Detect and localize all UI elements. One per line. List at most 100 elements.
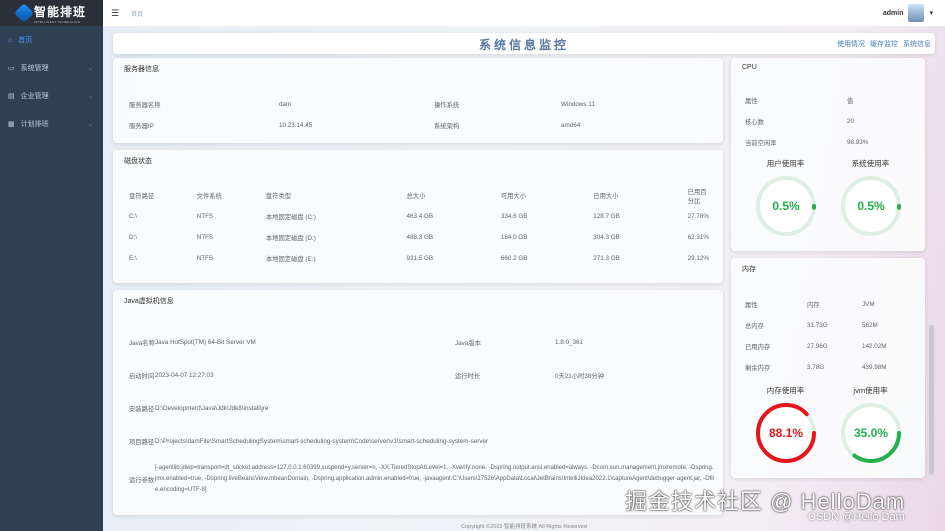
table-row: C:\ NTFS 本地固定磁盘 (C:) 463.4 GB 334.6 GB 128.7 … [129,206,709,227]
scrollbar[interactable] [929,325,934,475]
column-header: 文件系统 [196,193,222,200]
table-row: 总内存 31.73G 582M [745,322,878,330]
gauge-ring: 35.0% [840,403,901,463]
table-header-row: 盘符路径 文件系统 盘符类型 总大小 可用大小 已用大小 已用百分比 [129,185,709,206]
main-content: 系统信息监控 使用情况 缓存监控 系统信息 服务器信息 服务器名称 dam 操作系统… [103,26,945,531]
gauge: 内存使用率 88.1% [752,385,820,467]
link-usage[interactable]: 使用情况 [837,39,865,49]
table-row: 属性值 [745,98,854,105]
sidebar-item-enterprise[interactable]: ▤ 企业管理 ⌄ [0,82,103,110]
gauge-label: 系统使用率 [851,159,890,168]
logo[interactable]: 智能排班 INTELLIGENT SCHEDULING [0,0,103,26]
table-cell: 334.6 GB [500,213,528,220]
table-row: 服务器IP 10.23.14.45 系统架构 amd64 [129,122,581,130]
cpu-gauges: 用户使用率 0.5% 系统使用率 0.5% [731,158,925,240]
gauge: 系统使用率 0.5% [837,158,905,240]
column-header: 可用大小 [500,193,526,200]
table-row: 已用内存 27.96G 142.02M [745,343,887,351]
home-icon: ⌂ [8,36,13,44]
sidebar-item-home[interactable]: ⌂ 首页 [0,26,103,54]
table-cell: 62.31% [687,234,709,241]
table-cell: 463.4 GB [406,213,434,220]
user-menu[interactable]: admin ▾ [883,4,933,22]
table-row: 启动时间 2023-04-07 12:27:03 运行时长 0天21小时38分钟 [129,372,604,380]
table-cell: 128.7 GB [593,213,620,220]
disk-status-card: 磁盘状态 盘符路径 文件系统 盘符类型 总大小 可用大小 已用大小 已用百分比 C:\ NTFS… [113,150,723,283]
jvm-table: Java名称 Java HotSpot(TM) 64-Bit Server VM J… [129,326,714,500]
table-cell: 本地固定磁盘 (E:) [265,256,316,263]
hamburger-icon[interactable]: ☰ [111,8,119,19]
table-cell: NTFS [196,234,214,241]
table-row: 属性 内存 JVM [745,301,875,309]
chevron-down-icon: ⌄ [87,93,93,100]
table-cell: D:\ [129,234,138,241]
gauge-value: 0.5% [857,199,885,213]
page-title: 系统信息监控 [479,38,570,52]
gauge-label: jvm使用率 [853,386,888,395]
memory-gauges: 内存使用率 88.1% jvm使用率 35.0% [731,385,925,467]
gauge: jvm使用率 35.0% [837,385,905,467]
table-cell: 931.5 GB [406,255,434,262]
table-row: D:\ NTFS 本地固定磁盘 (D:) 488.3 GB 184.0 GB 304.3 … [129,227,709,248]
table-row: 服务器名称 dam 操作系统 Windows 11 [129,101,595,109]
server-table: 服务器名称 dam 操作系统 Windows 11 服务器IP 10.23.14.45 系… [129,94,709,136]
table-row: E:\ NTFS 本地固定磁盘 (E:) 931.5 GB 660.2 GB 271.3 … [129,248,709,269]
table-row: Java名称 Java HotSpot(TM) 64-Bit Server VM J… [129,339,584,347]
column-header: 总大小 [406,193,426,200]
memory-card: 内存 属性 内存 JVM 总内存 31.73G 582M 已用内存 27.96G 142.0… [731,258,925,478]
link-system-info[interactable]: 系统信息 [903,39,931,49]
avatar [908,4,925,22]
link-cache-monitor[interactable]: 缓存监控 [870,39,898,49]
table-row: 安装路径 D:\Development\Java\Jdk\Jdk8\install… [129,405,269,413]
server-info-card: 服务器信息 服务器名称 dam 操作系统 Windows 11 服务器IP 10.23.… [113,58,723,143]
gauge-label: 内存使用率 [766,386,805,395]
table-cell: 184.0 GB [500,234,528,241]
column-header: 已用百分比 [687,188,707,205]
gauge-value: 35.0% [853,426,887,440]
monitor-icon: ▭ [8,65,15,72]
watermark-csdn: CSDN @Hello Dam [808,511,905,523]
navbar: ☰ 首页 admin ▾ [103,0,945,26]
gauge-value: 88.1% [768,426,802,440]
footer: Copyright ©2023 智能排班系统 All Rights Reserv… [461,524,587,530]
sidebar-item-schedule[interactable]: ▦ 计划排班 ⌄ [0,110,103,138]
building-icon: ▤ [8,93,15,100]
cpu-card: CPU 属性值 核心数 20 当前空闲率 98.93% 用户使用率 0.5% 系统使用… [731,58,925,251]
table-cell: NTFS [196,255,214,262]
jvm-info-card: Java虚拟机信息 Java名称 Java HotSpot(TM) 64-Bit … [113,290,723,515]
sidebar: 智能排班 INTELLIGENT SCHEDULING ⌂ 首页 ▭ 系统管理 ⌄ ▤ 企… [0,0,103,531]
table-row: 当前空闲率 98.93% [745,139,869,147]
chevron-down-icon: ⌄ [87,121,93,128]
table-cell: E:\ [129,255,137,262]
table-row: 剩余内存 3.78G 439.98M [745,364,887,372]
table-cell: 本地固定磁盘 (D:) [265,235,316,242]
table-cell: 488.3 GB [406,234,434,241]
table-cell: 27.78% [687,213,709,220]
gauge-label: 用户使用率 [766,159,805,168]
gauge-ring: 0.5% [840,176,901,236]
table-cell: C:\ [129,213,138,220]
title-bar: 系统信息监控 使用情况 缓存监控 系统信息 [113,33,935,54]
table-cell: NTFS [196,213,214,220]
table-row: 项目路径 D:\Projects\damFile\SmartSchedulingS… [129,438,489,446]
column-header: 已用大小 [593,193,619,200]
chevron-down-icon: ⌄ [87,65,93,72]
disk-table: 盘符路径 文件系统 盘符类型 总大小 可用大小 已用大小 已用百分比 C:\ NTFS 本地固定磁… [129,185,709,269]
gauge-value: 0.5% [772,199,800,213]
sidebar-item-system[interactable]: ▭ 系统管理 ⌄ [0,54,103,82]
logo-icon [14,3,34,23]
breadcrumb[interactable]: 首页 [131,9,143,18]
column-header: 盘符类型 [265,193,292,200]
gauge-ring: 0.5% [755,176,816,236]
table-cell: 29.12% [687,255,709,262]
table-cell: 660.2 GB [500,255,528,262]
table-cell: 本地固定磁盘 (C:) [265,214,316,221]
gauge: 用户使用率 0.5% [752,158,820,240]
gauge-ring: 88.1% [755,403,816,463]
cpu-table: 属性值 核心数 20 当前空闲率 98.93% [745,90,915,153]
caret-down-icon: ▾ [929,10,933,17]
table-row: 核心数 20 [745,118,855,126]
memory-table: 属性 内存 JVM 总内存 31.73G 582M 已用内存 27.96G 142.02M … [745,294,915,378]
column-header: 盘符路径 [129,193,155,200]
table-cell: 304.3 GB [593,234,620,241]
